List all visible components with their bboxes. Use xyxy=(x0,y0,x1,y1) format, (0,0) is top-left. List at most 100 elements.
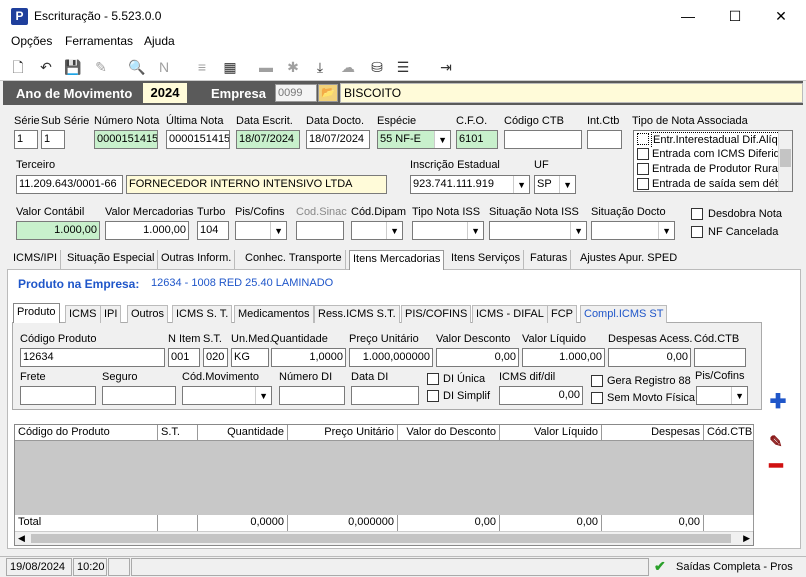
folder-icon[interactable]: ▬ xyxy=(256,57,276,77)
sit-iss-select[interactable]: ▼ xyxy=(489,221,587,240)
pis-cofins-produto-select[interactable]: ▼ xyxy=(696,386,748,405)
exit-icon[interactable]: ⇥ xyxy=(436,57,456,77)
sit-docto-select[interactable]: ▼ xyxy=(591,221,675,240)
sem-movto-checkbox[interactable] xyxy=(591,392,603,404)
ano-value[interactable]: 2024 xyxy=(143,83,187,103)
cod-ctb-field[interactable] xyxy=(694,348,746,367)
cod-mov-select[interactable]: ▼ xyxy=(182,386,272,405)
close-button[interactable]: ✕ xyxy=(766,6,796,26)
codigo-ctb-field[interactable] xyxy=(504,130,582,149)
checkbox-icon[interactable] xyxy=(637,133,649,145)
grid-header-desconto[interactable]: Valor do Desconto xyxy=(398,425,500,441)
st-field[interactable]: 020 xyxy=(203,348,228,367)
subtab-ipi[interactable]: IPI xyxy=(100,305,122,323)
empresa-code-field[interactable]: 0099 xyxy=(275,84,317,102)
items-grid[interactable]: Código do Produto S.T. Quantidade Preço … xyxy=(14,424,754,546)
grid-horizontal-scrollbar[interactable]: ◀ ▶ xyxy=(15,531,753,545)
cloud-icon[interactable]: ☁ xyxy=(338,57,358,77)
save-icon[interactable]: 💾 xyxy=(63,57,83,77)
listbox-scrollbar[interactable] xyxy=(778,131,792,191)
frete-field[interactable] xyxy=(20,386,96,405)
list-item[interactable]: Entrada de Produtor Rural xyxy=(636,162,778,177)
uf-select[interactable]: SP ▼ xyxy=(534,175,576,194)
undo-icon[interactable]: ↶ xyxy=(36,57,56,77)
tab-ajustes-sped[interactable]: Ajustes Apur. SPED xyxy=(577,250,680,269)
turbo-field[interactable]: 104 xyxy=(197,221,229,240)
list-item[interactable]: Entrada de saída sem débi xyxy=(636,177,778,192)
n-item-field[interactable]: 001 xyxy=(168,348,200,367)
data-escrit-field[interactable]: 18/07/2024 xyxy=(236,130,300,149)
subtab-medicamentos[interactable]: Medicamentos xyxy=(234,305,314,323)
grid-header-despesas[interactable]: Despesas xyxy=(602,425,704,441)
menu-ajuda[interactable]: Ajuda xyxy=(144,34,175,48)
grid-header-codigo[interactable]: Código do Produto xyxy=(15,425,158,441)
tree-icon[interactable]: ≡ xyxy=(192,57,212,77)
valor-merc-field[interactable]: 1.000,00 xyxy=(105,221,189,240)
scroll-left-icon[interactable]: ◀ xyxy=(18,533,25,544)
gera-registro-checkbox[interactable] xyxy=(591,375,603,387)
open-folder-icon[interactable]: 📂 xyxy=(318,84,338,102)
list-item[interactable]: Entrada com ICMS Diferido xyxy=(636,147,778,162)
list-item[interactable]: Entr.Interestadual Dif.Alíq xyxy=(636,132,778,147)
grid-header-liquido[interactable]: Valor Líquido xyxy=(500,425,602,441)
add-item-button[interactable]: ✚ xyxy=(765,392,791,414)
ultima-nota-field[interactable]: 0000151415 xyxy=(166,130,230,149)
icms-difdil-field[interactable]: 0,00 xyxy=(499,386,583,405)
maximize-button[interactable]: ☐ xyxy=(720,6,750,26)
tipo-nota-listbox[interactable]: Entr.Interestadual Dif.Alíq Entrada com … xyxy=(633,130,793,192)
codigo-produto-field[interactable]: 12634 xyxy=(20,348,165,367)
menu-opcoes[interactable]: Opções xyxy=(11,34,52,48)
serie-field[interactable]: 1 xyxy=(14,130,38,149)
numero-nota-field[interactable]: 0000151415 xyxy=(94,130,158,149)
liquido-field[interactable]: 1.000,00 xyxy=(522,348,605,367)
edit-item-button[interactable]: ✎ xyxy=(763,433,789,455)
subtab-compl-icms-st[interactable]: Compl.ICMS ST xyxy=(580,305,668,323)
pis-cofins-select[interactable]: ▼ xyxy=(235,221,287,240)
terceiro-cnpj-field[interactable]: 11.209.643/0001-66 xyxy=(16,175,123,194)
quantidade-field[interactable]: 1,0000 xyxy=(271,348,346,367)
tab-outras-inform[interactable]: Outras Inform. xyxy=(158,250,236,269)
grid-header-st[interactable]: S.T. xyxy=(158,425,198,441)
cancelada-checkbox[interactable] xyxy=(691,226,703,238)
int-ctb-field[interactable] xyxy=(587,130,622,149)
subtab-fcp[interactable]: FCP xyxy=(547,305,577,323)
new-document-icon[interactable]: 🗋 xyxy=(8,57,28,77)
grid-header-cod-ctb[interactable]: Cód.CTB xyxy=(704,425,754,441)
minimize-button[interactable]: — xyxy=(673,6,703,26)
desconto-field[interactable]: 0,00 xyxy=(436,348,519,367)
especie-select[interactable]: 55 NF-E ▼ xyxy=(377,130,451,149)
numero-di-field[interactable] xyxy=(279,386,345,405)
cb-icon[interactable]: ⛁ xyxy=(367,57,387,77)
tab-icms-ipi[interactable]: ICMS/IPI xyxy=(10,250,62,269)
checkbox-icon[interactable] xyxy=(637,163,649,175)
subtab-pis-cofins[interactable]: PIS/COFINS xyxy=(401,305,472,323)
ie-select[interactable]: 923.741.111.919 ▼ xyxy=(410,175,530,194)
subtab-outros[interactable]: Outros xyxy=(127,305,169,323)
tab-conhec-transporte[interactable]: Conhec. Transporte xyxy=(242,250,346,269)
checkbox-icon[interactable] xyxy=(637,178,649,190)
cod-sinac-field[interactable] xyxy=(296,221,344,240)
scrollbar-thumb[interactable] xyxy=(31,534,731,543)
grid-header-preco[interactable]: Preço Unitário xyxy=(288,425,398,441)
preco-field[interactable]: 1.000,000000 xyxy=(349,348,433,367)
valor-contabil-field[interactable]: 1.000,00 xyxy=(16,221,100,240)
scrollbar-thumb[interactable] xyxy=(780,149,791,167)
subtab-icms[interactable]: ICMS xyxy=(65,305,101,323)
tipo-iss-select[interactable]: ▼ xyxy=(412,221,484,240)
print-preview-icon[interactable]: 🔍 xyxy=(127,57,147,77)
subtab-ress-icms-st[interactable]: Ress.ICMS S.T. xyxy=(314,305,400,323)
tab-faturas[interactable]: Faturas xyxy=(527,250,572,269)
checkbox-icon[interactable] xyxy=(637,148,649,160)
nfe-icon[interactable]: N xyxy=(154,57,174,77)
calculator-icon[interactable]: ▦ xyxy=(220,57,240,77)
tab-situacao-especial[interactable]: Situação Especial xyxy=(64,250,159,269)
scroll-right-icon[interactable]: ▶ xyxy=(743,533,750,544)
seguro-field[interactable] xyxy=(102,386,176,405)
desdobra-checkbox[interactable] xyxy=(691,208,703,220)
data-di-field[interactable] xyxy=(351,386,419,405)
cod-dipam-select[interactable]: ▼ xyxy=(351,221,403,240)
despesas-field[interactable]: 0,00 xyxy=(608,348,691,367)
un-med-field[interactable]: KG xyxy=(231,348,269,367)
subtab-icms-difal[interactable]: ICMS - DIFAL xyxy=(472,305,548,323)
subtab-produto[interactable]: Produto xyxy=(13,303,60,323)
